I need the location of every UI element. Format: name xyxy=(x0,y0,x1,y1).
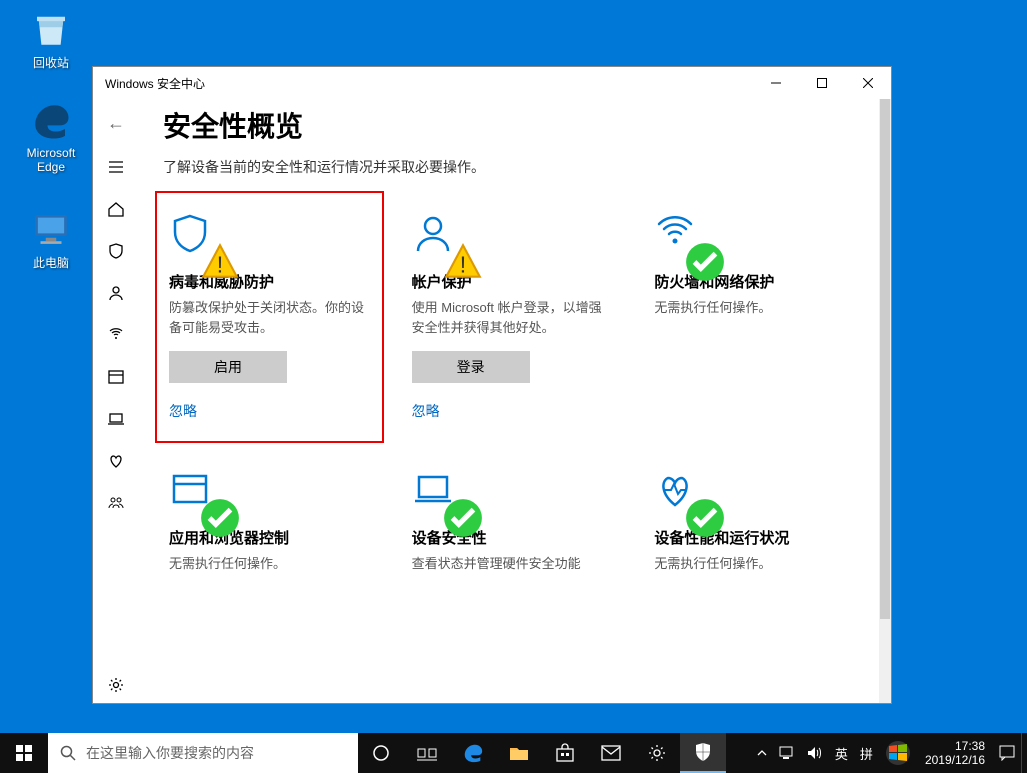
signin-button[interactable]: 登录 xyxy=(412,351,530,383)
tray-ime1[interactable]: 英 xyxy=(829,733,854,773)
desktop-icon-this-pc[interactable]: 此电脑 xyxy=(14,208,88,271)
family-icon[interactable] xyxy=(96,485,136,521)
tray-windows-logo-icon[interactable] xyxy=(879,733,917,773)
search-placeholder: 在这里输入你要搜索的内容 xyxy=(86,743,254,763)
security-center-window: Windows 安全中心 ← 安全性概览 了解设备当前的安全性和运行情况并采取必… xyxy=(92,66,892,704)
back-button[interactable]: ← xyxy=(96,103,136,143)
tray-ime2[interactable]: 拼 xyxy=(854,733,879,773)
recycle-bin-icon xyxy=(30,8,72,50)
desktop-icon-label: 回收站 xyxy=(14,54,88,71)
tray-network-icon[interactable] xyxy=(773,733,801,773)
page-title: 安全性概览 xyxy=(163,105,861,145)
dismiss-link[interactable]: 忽略 xyxy=(169,401,370,421)
svg-text:!: ! xyxy=(459,252,465,278)
security-taskbar-icon[interactable] xyxy=(680,733,726,773)
desktop-icon-label: 此电脑 xyxy=(14,254,88,271)
search-icon xyxy=(60,745,76,761)
shield-icon[interactable] xyxy=(96,233,136,269)
card-desc: 防篡改保护处于关闭状态。你的设备可能易受攻击。 xyxy=(169,298,370,337)
enable-button[interactable]: 启用 xyxy=(169,351,287,383)
mail-taskbar-icon[interactable] xyxy=(588,733,634,773)
card-virus-protection: ! 病毒和威胁防护 防篡改保护处于关闭状态。你的设备可能易受攻击。 启用 忽略 xyxy=(155,191,384,443)
card-desc: 查看状态并管理硬件安全功能 xyxy=(412,554,613,574)
sidebar: ← xyxy=(93,99,139,703)
maximize-button[interactable] xyxy=(799,67,845,99)
content-area: 安全性概览 了解设备当前的安全性和运行情况并采取必要操作。 ! 病毒和威胁防护 … xyxy=(139,99,891,703)
person-warning-icon: ! xyxy=(412,213,454,255)
edge-icon xyxy=(30,100,72,142)
clock-time: 17:38 xyxy=(925,739,985,753)
scrollbar-thumb[interactable] xyxy=(880,99,890,619)
app-ok-icon xyxy=(169,469,211,511)
wifi-ok-icon xyxy=(654,213,696,255)
gear-icon[interactable] xyxy=(96,667,136,703)
hamburger-icon[interactable] xyxy=(96,149,136,185)
desktop-icon-recycle-bin[interactable]: 回收站 xyxy=(14,8,88,71)
show-desktop-button[interactable] xyxy=(1021,733,1027,773)
card-desc: 使用 Microsoft 帐户登录，以增强安全性并获得其他好处。 xyxy=(412,298,613,337)
start-button[interactable] xyxy=(0,733,48,773)
person-icon[interactable] xyxy=(96,275,136,311)
tray-clock[interactable]: 17:38 2019/12/16 xyxy=(917,739,993,768)
titlebar: Windows 安全中心 xyxy=(93,67,891,99)
pc-icon xyxy=(30,208,72,250)
card-desc: 无需执行任何操作。 xyxy=(169,554,370,574)
tray-volume-icon[interactable] xyxy=(801,733,829,773)
desktop-icon-label: Microsoft Edge xyxy=(14,146,88,174)
search-input[interactable]: 在这里输入你要搜索的内容 xyxy=(48,733,358,773)
clock-date: 2019/12/16 xyxy=(925,753,985,767)
scrollbar[interactable] xyxy=(879,99,891,703)
store-taskbar-icon[interactable] xyxy=(542,733,588,773)
card-device-health: 设备性能和运行状况 无需执行任何操作。 xyxy=(648,457,861,586)
explorer-taskbar-icon[interactable] xyxy=(496,733,542,773)
laptop-icon[interactable] xyxy=(96,401,136,437)
tray-chevron-icon[interactable] xyxy=(751,733,773,773)
card-desc: 无需执行任何操作。 xyxy=(654,554,855,574)
card-firewall: 防火墙和网络保护 无需执行任何操作。 xyxy=(648,201,861,433)
app-icon[interactable] xyxy=(96,359,136,395)
card-app-browser: 应用和浏览器控制 无需执行任何操作。 xyxy=(163,457,376,586)
taskbar: 在这里输入你要搜索的内容 英 拼 17:38 2019/12/16 xyxy=(0,733,1027,773)
heart-icon[interactable] xyxy=(96,443,136,479)
card-desc: 无需执行任何操作。 xyxy=(654,298,855,318)
edge-taskbar-icon[interactable] xyxy=(450,733,496,773)
settings-taskbar-icon[interactable] xyxy=(634,733,680,773)
shield-warning-icon: ! xyxy=(169,213,211,255)
page-subtitle: 了解设备当前的安全性和运行情况并采取必要操作。 xyxy=(163,157,861,177)
dismiss-link[interactable]: 忽略 xyxy=(412,401,613,421)
svg-text:!: ! xyxy=(217,252,223,278)
cortana-icon[interactable] xyxy=(358,733,404,773)
desktop-icon-edge[interactable]: Microsoft Edge xyxy=(14,100,88,174)
heart-ok-icon xyxy=(654,469,696,511)
window-title: Windows 安全中心 xyxy=(105,75,205,92)
minimize-button[interactable] xyxy=(753,67,799,99)
laptop-ok-icon xyxy=(412,469,454,511)
card-device-security: 设备安全性 查看状态并管理硬件安全功能 xyxy=(406,457,619,586)
task-view-icon[interactable] xyxy=(404,733,450,773)
wifi-icon[interactable] xyxy=(96,317,136,353)
close-button[interactable] xyxy=(845,67,891,99)
card-account-protection: ! 帐户保护 使用 Microsoft 帐户登录，以增强安全性并获得其他好处。 … xyxy=(406,201,619,433)
home-icon[interactable] xyxy=(96,191,136,227)
action-center-icon[interactable] xyxy=(993,733,1021,773)
